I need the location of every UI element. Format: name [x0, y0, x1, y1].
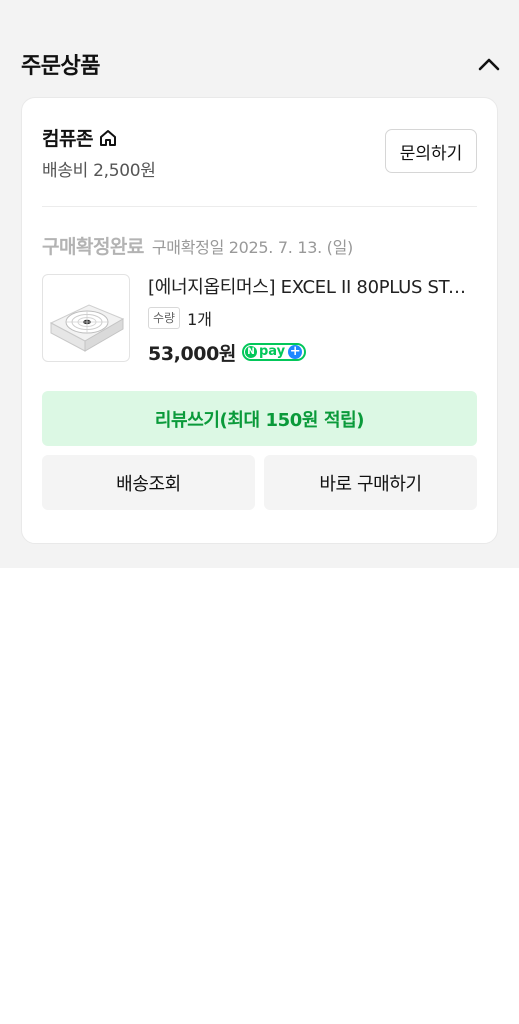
product-info: [에너지옵티머스] EXCEL II 80PLUS STANDARD 500W …	[148, 274, 478, 365]
npay-n-icon: N	[245, 346, 257, 358]
home-icon	[97, 127, 119, 149]
divider	[42, 206, 477, 207]
product-name[interactable]: [에너지옵티머스] EXCEL II 80PLUS STANDARD 500W	[148, 276, 473, 300]
inquiry-button[interactable]: 문의하기	[385, 129, 477, 173]
section-title: 주문상품	[21, 54, 100, 79]
action-button-row: 배송조회 바로 구매하기	[42, 455, 477, 510]
seller-name: 컴퓨존	[42, 128, 93, 150]
track-delivery-button[interactable]: 배송조회	[42, 455, 255, 510]
npay-plus-badge: N pay +	[242, 343, 307, 361]
plus-icon: +	[288, 344, 303, 359]
product-image[interactable]	[42, 274, 130, 362]
quantity-value: 1개	[187, 310, 212, 329]
buy-again-button[interactable]: 바로 구매하기	[264, 455, 477, 510]
section-header: 주문상품	[21, 46, 503, 82]
order-card: 컴퓨존 배송비 2,500원 문의하기 구매확정완료 구매확정일 2025. 7…	[21, 97, 498, 544]
product-price: 53,000원	[148, 342, 236, 365]
shipping-fee: 배송비 2,500원	[42, 161, 156, 181]
quantity-row: 수량 1개	[148, 307, 478, 329]
order-products-area: 주문상품 컴퓨존 배송비 2,500원 문의하기 구매확정완료 구매확정일 20…	[0, 0, 519, 568]
quantity-badge: 수량	[148, 307, 181, 329]
seller-row: 컴퓨존 배송비 2,500원 문의하기	[42, 122, 477, 182]
seller-link[interactable]: 컴퓨존	[42, 124, 119, 151]
confirm-date: 구매확정일 2025. 7. 13. (일)	[151, 238, 353, 257]
order-status-label: 구매확정완료	[42, 236, 144, 258]
order-status-row: 구매확정완료 구매확정일 2025. 7. 13. (일)	[42, 232, 353, 259]
chevron-up-icon[interactable]	[475, 50, 503, 78]
price-row: 53,000원 N pay +	[148, 339, 478, 365]
write-review-button[interactable]: 리뷰쓰기(최대 150원 적립)	[42, 391, 477, 446]
npay-label: pay	[259, 344, 286, 359]
